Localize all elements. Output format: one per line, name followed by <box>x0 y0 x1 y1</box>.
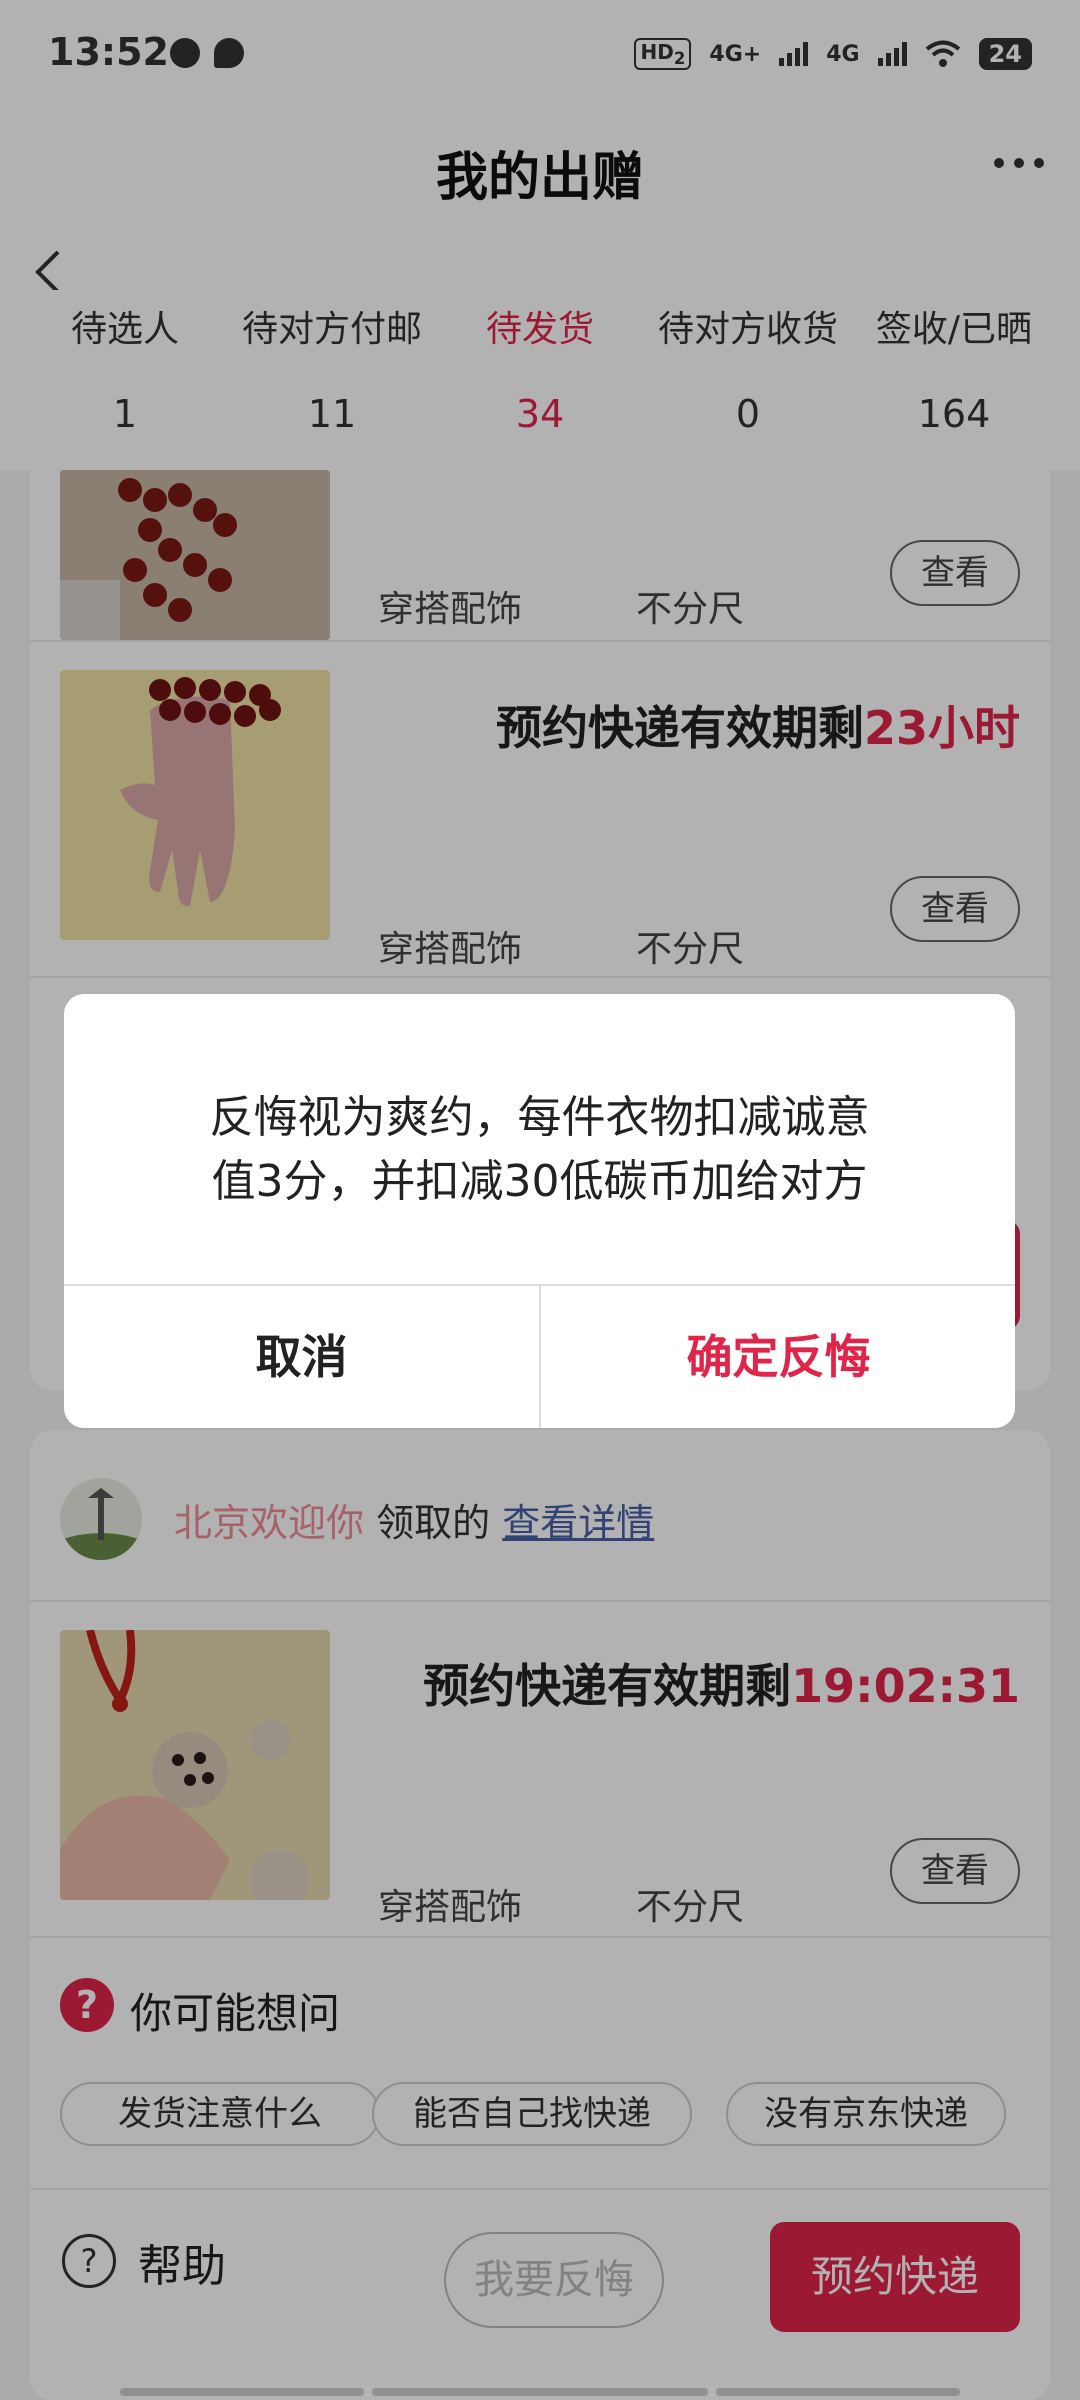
confirm-regret-dialog: 反悔视为爽约，每件衣物扣减诚意 值3分，并扣减30低碳币加给对方 取消 确定反悔 <box>64 994 1015 1428</box>
dialog-message-line: 反悔视为爽约，每件衣物扣减诚意 <box>209 1092 870 1143</box>
cancel-button[interactable]: 取消 <box>64 1286 539 1428</box>
confirm-regret-button[interactable]: 确定反悔 <box>541 1286 1015 1428</box>
dialog-message: 反悔视为爽约，每件衣物扣减诚意 值3分，并扣减30低碳币加给对方 <box>134 1086 945 1214</box>
dialog-message-line: 值3分，并扣减30低碳币加给对方 <box>211 1156 868 1207</box>
